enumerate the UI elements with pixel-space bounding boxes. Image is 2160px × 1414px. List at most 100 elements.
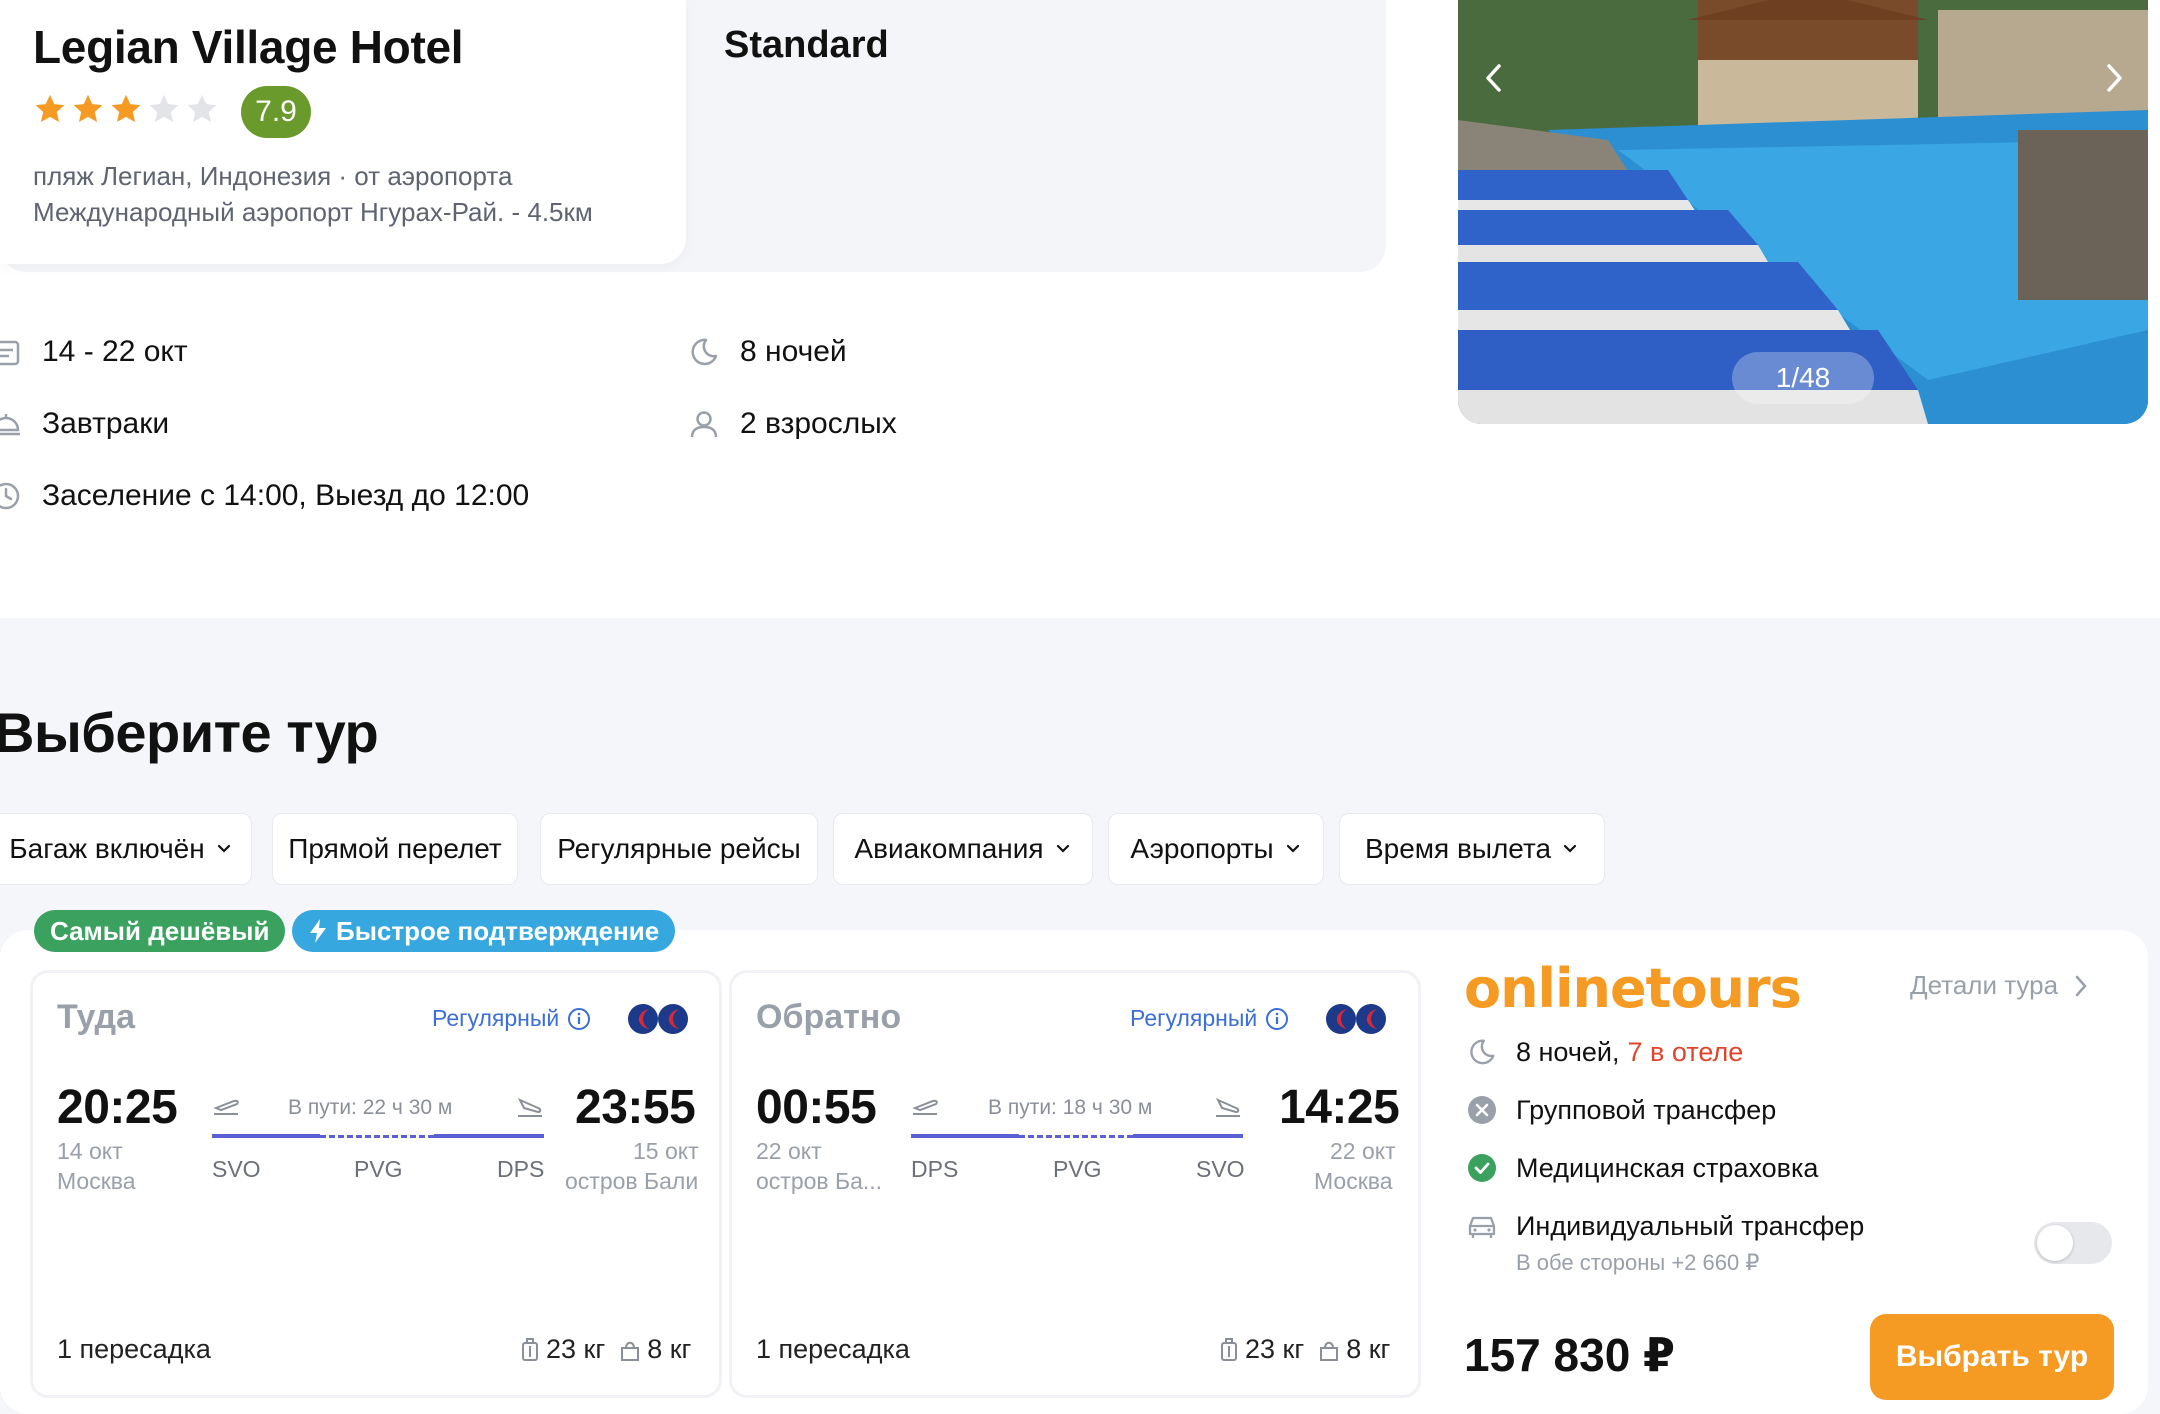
airport-code: DPS: [497, 1156, 545, 1182]
chevron-down-icon: [217, 844, 230, 853]
group-transfer-label: Групповой трансфер: [1516, 1094, 1777, 1125]
car-icon: [1466, 1210, 1498, 1242]
bag-icon: [1320, 1341, 1339, 1361]
route-layover: [1019, 1135, 1133, 1138]
nights-text: 8 ночей: [740, 335, 847, 368]
return-flight-type[interactable]: Регулярный: [1130, 1005, 1289, 1032]
filter-airline[interactable]: Авиакомпания: [833, 813, 1093, 885]
operator-nights-label: 8 ночей,: [1516, 1036, 1620, 1067]
route-segment: [434, 1134, 544, 1138]
select-tour-button[interactable]: Выбрать тур: [1870, 1314, 2114, 1400]
checkin-text: Заселение с 14:00, Выезд до 12:00: [42, 479, 530, 512]
fast-confirm-label: Быстрое подтверждение: [336, 915, 660, 946]
star-empty-icon: [149, 94, 179, 123]
calendar-icon: [0, 334, 24, 370]
chevron-down-icon: [1563, 844, 1577, 853]
chevron-right-icon: [2107, 64, 2122, 92]
info-dates: 14 - 22 окт: [0, 334, 188, 370]
medical-insurance: Медицинская страховка: [1466, 1152, 1818, 1184]
return-title: Обратно: [756, 998, 902, 1036]
filter-label: Прямой перелет: [288, 833, 502, 864]
individual-transfer-note: В обе стороны +2 660 ₽: [1516, 1250, 1760, 1275]
location-line: пляж Легиан, Индонезия · от аэропорта: [33, 161, 513, 191]
outbound-departure-city: Москва: [57, 1168, 136, 1194]
chevron-right-icon: [2075, 975, 2087, 996]
baggage-weight: 23 кг: [546, 1334, 606, 1364]
route-segment: [911, 1134, 1019, 1138]
chevron-left-icon: [1486, 64, 1501, 92]
guests-text: 2 взрослых: [740, 407, 897, 440]
filter-baggage[interactable]: Багаж включён: [0, 813, 252, 885]
group-transfer: Групповой трансфер: [1466, 1094, 1776, 1126]
route-layover: [320, 1135, 434, 1138]
moon-icon: [686, 334, 722, 370]
chevron-down-icon: [1056, 844, 1069, 853]
tour-details-link[interactable]: Детали тура: [1910, 970, 2088, 1001]
airport-code: PVG: [354, 1156, 403, 1182]
operator-logo: onlinetours: [1464, 957, 1802, 1020]
close-circle-icon: [1466, 1094, 1498, 1126]
clock-icon: [0, 478, 24, 514]
return-stops: 1 пересадка: [756, 1334, 910, 1364]
flight-type-label: Регулярный: [1130, 1005, 1258, 1031]
suitcase-icon: [1221, 1337, 1237, 1361]
filter-regular-flights[interactable]: Регулярные рейсы: [540, 813, 818, 885]
insurance-label: Медицинская страховка: [1516, 1152, 1819, 1183]
filter-label: Аэропорты: [1130, 833, 1274, 864]
moon-icon: [1466, 1036, 1498, 1068]
bag-icon: [621, 1341, 640, 1361]
cheapest-badge: Самый дешёвый: [34, 910, 286, 952]
food-icon: [0, 406, 24, 442]
filter-direct-flight[interactable]: Прямой перелет: [272, 813, 518, 885]
outbound-arrival-date: 15 окт: [633, 1138, 699, 1164]
star-empty-icon: [187, 94, 217, 123]
tour-price: 157 830 ₽: [1464, 1329, 1676, 1381]
check-circle-icon: [1466, 1152, 1498, 1184]
outbound-departure-time: 20:25: [57, 1081, 178, 1134]
room-name: Standard: [724, 24, 889, 66]
chevron-down-icon: [1286, 844, 1299, 853]
individual-transfer: Индивидуальный трансфер: [1466, 1210, 1864, 1242]
return-arrival-date: 22 окт: [1330, 1138, 1396, 1164]
star-icon: [73, 94, 103, 123]
operator-nights: 8 ночей, 7 в отеле: [1466, 1036, 1743, 1068]
route-segment: [212, 1134, 320, 1138]
airline-logo-icon: [1326, 1004, 1356, 1034]
return-arrival-time: 14:25: [1279, 1081, 1400, 1134]
takeoff-icon: [912, 1099, 938, 1115]
individual-transfer-label: Индивидуальный трансфер: [1516, 1210, 1865, 1241]
filter-airports[interactable]: Аэропорты: [1108, 813, 1324, 885]
takeoff-icon: [213, 1099, 239, 1115]
photo-counter: 1/48: [1732, 352, 1874, 404]
lightning-icon: [310, 919, 326, 943]
return-baggage: 23 кг 8 кг: [1219, 1334, 1390, 1365]
filter-label: Авиакомпания: [854, 833, 1044, 864]
section-title: Выберите тур: [0, 701, 379, 764]
hotel-name[interactable]: Legian Village Hotel: [33, 20, 464, 74]
outbound-arrival-city: остров Бали: [565, 1168, 699, 1194]
info-icon: [1266, 1007, 1289, 1030]
toggle-knob: [2037, 1225, 2073, 1261]
outbound-departure-date: 14 окт: [57, 1138, 123, 1164]
flight-type-label: Регулярный: [432, 1005, 560, 1031]
filter-label: Багаж включён: [9, 833, 205, 864]
info-meal: Завтраки: [0, 406, 169, 442]
airport-code: SVO: [1196, 1156, 1245, 1182]
outbound-arrival-time: 23:55: [575, 1081, 696, 1134]
photo-prev-button[interactable]: [1474, 58, 1514, 98]
dates-text: 14 - 22 окт: [42, 335, 188, 368]
filter-departure-time[interactable]: Время вылета: [1339, 813, 1605, 885]
outbound-flight-type[interactable]: Регулярный: [432, 1005, 591, 1032]
route-segment: [1133, 1134, 1243, 1138]
star-icon: [35, 94, 65, 123]
return-departure-time: 00:55: [756, 1081, 877, 1134]
photo-next-button[interactable]: [2094, 58, 2134, 98]
return-duration: В пути: 18 ч 30 м: [988, 1096, 1153, 1119]
return-departure-city: остров Ба...: [756, 1168, 883, 1194]
rating-badge: 7.9: [241, 86, 311, 138]
airline-logo-icon: [658, 1004, 688, 1034]
return-arrival-city: Москва: [1314, 1168, 1393, 1194]
landing-icon: [517, 1097, 542, 1117]
hotel-stars: [33, 92, 219, 126]
info-guests: 2 взрослых: [686, 406, 897, 442]
